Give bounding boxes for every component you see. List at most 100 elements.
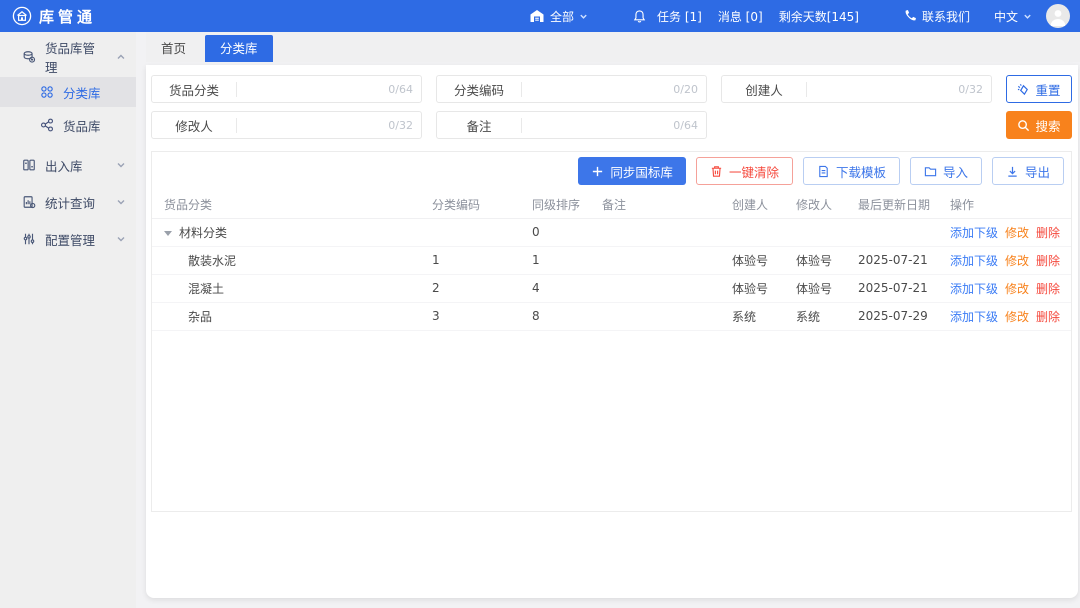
tab-bar: 首页 分类库 [146, 32, 1080, 62]
field-label: 备注 [437, 116, 521, 135]
col-goods-category: 货品分类 [152, 192, 432, 218]
days-left-badge: 剩余天数[145] [779, 8, 859, 25]
brand: 库管通 [12, 6, 96, 27]
edit-link[interactable]: 修改 [1005, 282, 1029, 296]
import-button[interactable]: 导入 [910, 157, 982, 185]
chevron-down-icon [116, 197, 126, 207]
field-label: 创建人 [722, 80, 806, 99]
col-category-code: 分类编码 [432, 192, 532, 218]
remark-input[interactable] [522, 118, 673, 132]
sidebar-item-statistics-query[interactable]: 统计查询 [0, 185, 136, 219]
report-chart-icon [22, 195, 36, 209]
bell-icon [632, 9, 647, 24]
col-last-updated: 最后更新日期 [858, 192, 950, 218]
add-child-link[interactable]: 添加下级 [950, 226, 998, 240]
sidebar-item-config-mgmt[interactable]: 配置管理 [0, 222, 136, 256]
field-creator: 创建人 0/32 [721, 75, 992, 103]
in-out-arrows-icon [22, 158, 36, 172]
chevron-down-icon [1023, 12, 1032, 21]
char-counter: 0/20 [673, 83, 706, 96]
reset-icon [1017, 83, 1030, 96]
field-label: 货品分类 [152, 80, 236, 99]
delete-link[interactable]: 删除 [1036, 254, 1060, 268]
sidebar-item-label: 分类库 [63, 83, 101, 102]
char-counter: 0/64 [673, 119, 706, 132]
content-panel: 货品分类 0/64 分类编码 0/20 创建人 0/32 [146, 65, 1078, 598]
char-counter: 0/64 [388, 83, 421, 96]
sidebar-item-label: 统计查询 [45, 193, 95, 212]
messages-link[interactable]: 消息 [0] [718, 8, 763, 25]
tab-home[interactable]: 首页 [146, 35, 201, 62]
contact-us-link[interactable]: 联系我们 [903, 8, 970, 25]
add-child-link[interactable]: 添加下级 [950, 254, 998, 268]
download-export-icon [1006, 165, 1019, 178]
table-row: 散装水泥 1 1 体验号 体验号 2025-07-21 添加下级修改删除 [152, 246, 1071, 274]
sidebar-item-goods-library-mgmt[interactable]: 货品库管理 [0, 40, 136, 74]
warehouse-scope-dropdown[interactable]: 全部 [529, 8, 588, 25]
tab-category-library[interactable]: 分类库 [205, 35, 273, 62]
reset-button[interactable]: 重置 [1006, 75, 1072, 103]
sidebar-item-label: 配置管理 [45, 230, 95, 249]
field-label: 分类编码 [437, 80, 521, 99]
field-category-code: 分类编码 0/20 [436, 75, 707, 103]
download-template-button[interactable]: 下载模板 [803, 157, 900, 185]
sliders-icon [22, 232, 36, 246]
edit-link[interactable]: 修改 [1005, 310, 1029, 324]
notifications-bell[interactable] [632, 9, 647, 24]
stacked-library-icon [22, 50, 36, 64]
sidebar: 货品库管理 分类库 货品库 出入库 [0, 32, 136, 608]
sidebar-item-in-out-warehouse[interactable]: 出入库 [0, 148, 136, 182]
expand-caret-icon[interactable] [164, 231, 172, 236]
category-table: 货品分类 分类编码 同级排序 备注 创建人 修改人 最后更新日期 操作 材料分类 [152, 192, 1071, 331]
folder-icon [924, 165, 937, 178]
field-label: 修改人 [152, 116, 236, 135]
warehouse-icon [529, 8, 545, 24]
category-code-input[interactable] [522, 82, 673, 96]
language-dropdown[interactable]: 中文 [994, 8, 1032, 25]
category-grid-icon [40, 85, 54, 99]
search-icon [1017, 119, 1030, 132]
user-icon [1046, 4, 1070, 28]
col-modifier: 修改人 [796, 192, 858, 218]
table-container: 同步国标库 一键清除 下载模板 [151, 151, 1072, 512]
trash-icon [710, 165, 723, 178]
app-title: 库管通 [39, 6, 96, 27]
delete-link[interactable]: 删除 [1036, 310, 1060, 324]
modifier-input[interactable] [237, 118, 388, 132]
field-remark: 备注 0/64 [436, 111, 707, 139]
creator-input[interactable] [807, 82, 958, 96]
topbar: 库管通 全部 任务 [1] 消息 [0] 剩余天数[145] [0, 0, 1080, 32]
sidebar-item-label: 出入库 [45, 156, 83, 175]
add-child-link[interactable]: 添加下级 [950, 310, 998, 324]
avatar[interactable] [1046, 4, 1070, 28]
sidebar-item-label: 货品库管理 [45, 38, 107, 76]
table-row: 材料分类 0 添加下级修改删除 [152, 218, 1071, 246]
delete-link[interactable]: 删除 [1036, 282, 1060, 296]
goods-category-input[interactable] [237, 82, 388, 96]
document-icon [817, 165, 830, 178]
sync-national-library-button[interactable]: 同步国标库 [578, 157, 686, 185]
col-creator: 创建人 [732, 192, 796, 218]
app-logo-icon [12, 6, 32, 26]
sidebar-item-label: 货品库 [63, 116, 101, 135]
add-child-link[interactable]: 添加下级 [950, 282, 998, 296]
warehouse-scope-label: 全部 [550, 8, 574, 25]
sidebar-item-category-library[interactable]: 分类库 [0, 77, 136, 107]
field-modifier: 修改人 0/32 [151, 111, 422, 139]
chevron-down-icon [579, 12, 588, 21]
col-remark: 备注 [602, 192, 732, 218]
phone-icon [903, 9, 917, 23]
plus-icon [591, 165, 604, 178]
tasks-link[interactable]: 任务 [1] [657, 8, 702, 25]
search-button[interactable]: 搜索 [1006, 111, 1072, 139]
clear-all-button[interactable]: 一键清除 [696, 157, 793, 185]
field-goods-category: 货品分类 0/64 [151, 75, 422, 103]
delete-link[interactable]: 删除 [1036, 226, 1060, 240]
char-counter: 0/32 [958, 83, 991, 96]
edit-link[interactable]: 修改 [1005, 226, 1029, 240]
edit-link[interactable]: 修改 [1005, 254, 1029, 268]
table-header-row: 货品分类 分类编码 同级排序 备注 创建人 修改人 最后更新日期 操作 [152, 192, 1071, 218]
sidebar-item-goods-library[interactable]: 货品库 [0, 110, 136, 140]
export-button[interactable]: 导出 [992, 157, 1064, 185]
chevron-down-icon [116, 234, 126, 244]
